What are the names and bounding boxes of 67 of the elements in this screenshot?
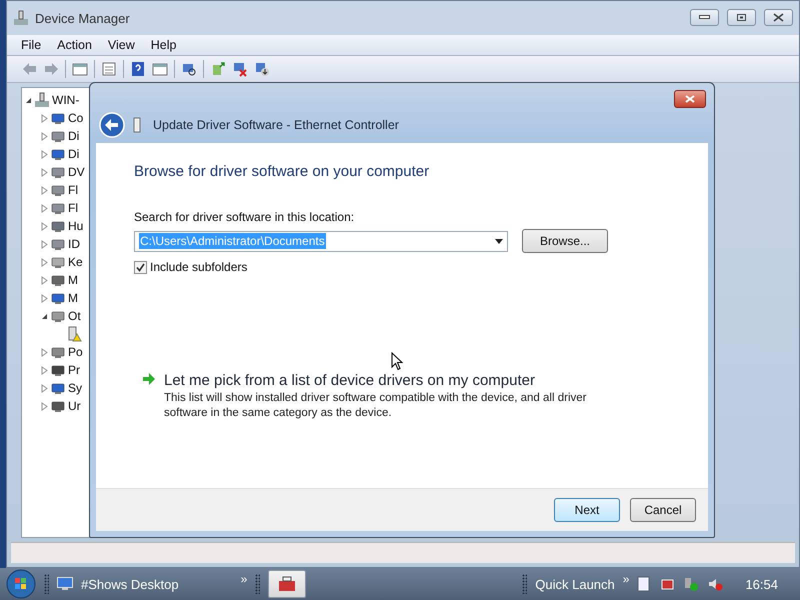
close-icon: [773, 13, 784, 22]
menu-item[interactable]: Help: [144, 38, 184, 52]
include-subfolders-checkbox[interactable]: [134, 260, 147, 274]
maximize-button[interactable]: [727, 9, 756, 26]
close-button[interactable]: [674, 90, 706, 108]
disable-icon[interactable]: [232, 61, 248, 77]
network-adapter-icon: [133, 117, 141, 133]
window-title: Device Manager: [35, 10, 130, 26]
dropdown-arrow-icon: [495, 238, 503, 244]
minimize-button[interactable]: [690, 9, 719, 26]
computer-icon: [34, 92, 50, 108]
computer-icon: [13, 10, 29, 26]
panel-icon[interactable]: [72, 61, 88, 77]
tree-item[interactable]: M: [68, 291, 78, 305]
location-value: C:\Users\Administrator\Documents: [139, 233, 326, 249]
tree-item[interactable]: Fl: [68, 183, 78, 197]
tree-item[interactable]: Di: [68, 129, 80, 143]
monitor-icon: [57, 577, 73, 591]
document-icon[interactable]: [637, 576, 652, 592]
taskbar-app-button[interactable]: [268, 570, 306, 598]
clock: 16:54: [745, 576, 778, 592]
toolbox-icon: [278, 576, 296, 592]
start-button-icon[interactable]: [6, 569, 36, 599]
pick-driver-description: This list will show installed driver software compatible with the device, and all driver software in the same category as the device.: [164, 391, 588, 421]
properties-icon[interactable]: [101, 61, 117, 77]
tree-item[interactable]: Fl: [68, 201, 78, 215]
tree-item[interactable]: Di: [68, 147, 80, 161]
menu-item[interactable]: View: [102, 38, 143, 52]
minimize-icon: [699, 15, 710, 20]
quick-launch-label: Quick Launch: [535, 576, 615, 592]
tree-item[interactable]: WIN-: [52, 93, 80, 107]
tree-item[interactable]: M: [68, 273, 78, 287]
tree-item[interactable]: Co: [68, 111, 84, 125]
menu-item[interactable]: Action: [51, 38, 100, 52]
tree-item[interactable]: Pr: [68, 363, 80, 377]
next-button[interactable]: Next: [554, 498, 620, 522]
mouse-cursor-icon: [391, 352, 403, 371]
tree-item[interactable]: ID: [68, 237, 80, 251]
tree-item[interactable]: DV: [68, 165, 85, 179]
tree-item[interactable]: Hu: [68, 219, 84, 233]
close-icon: [685, 95, 695, 103]
checkbox-label: Include subfolders: [150, 260, 248, 274]
dialog-heading: Browse for driver software on your computer: [134, 163, 430, 180]
pick-driver-link[interactable]: Let me pick from a list of device drivers on my computer: [164, 372, 624, 389]
maximize-icon: [737, 14, 746, 21]
uninstall-icon[interactable]: [254, 61, 270, 77]
tree-item[interactable]: Ur: [68, 399, 81, 413]
arrow-icon: [142, 372, 156, 386]
tree-item[interactable]: Ke: [68, 255, 83, 269]
chevron[interactable]: »: [622, 572, 630, 586]
dialog-title: Update Driver Software - Ethernet Controller: [153, 118, 399, 132]
scan-icon[interactable]: [181, 61, 197, 77]
panel-icon[interactable]: [152, 61, 168, 77]
tree-item[interactable]: Po: [68, 345, 83, 359]
tree-item[interactable]: Sy: [68, 381, 82, 395]
help-icon[interactable]: [130, 61, 146, 77]
check-icon: [136, 262, 145, 272]
speaker-muted-icon[interactable]: [707, 576, 724, 592]
update-driver-icon[interactable]: [210, 61, 226, 77]
cancel-button[interactable]: Cancel: [630, 498, 696, 522]
location-label: Search for driver software in this location:: [134, 210, 356, 224]
chevron[interactable]: »: [240, 572, 248, 586]
close-button[interactable]: [764, 9, 793, 26]
desktop-label[interactable]: #Shows Desktop: [81, 576, 179, 592]
browse-button[interactable]: Browse...: [522, 229, 608, 253]
menu-item[interactable]: File: [15, 38, 50, 52]
tree-item[interactable]: Ot: [68, 309, 81, 323]
